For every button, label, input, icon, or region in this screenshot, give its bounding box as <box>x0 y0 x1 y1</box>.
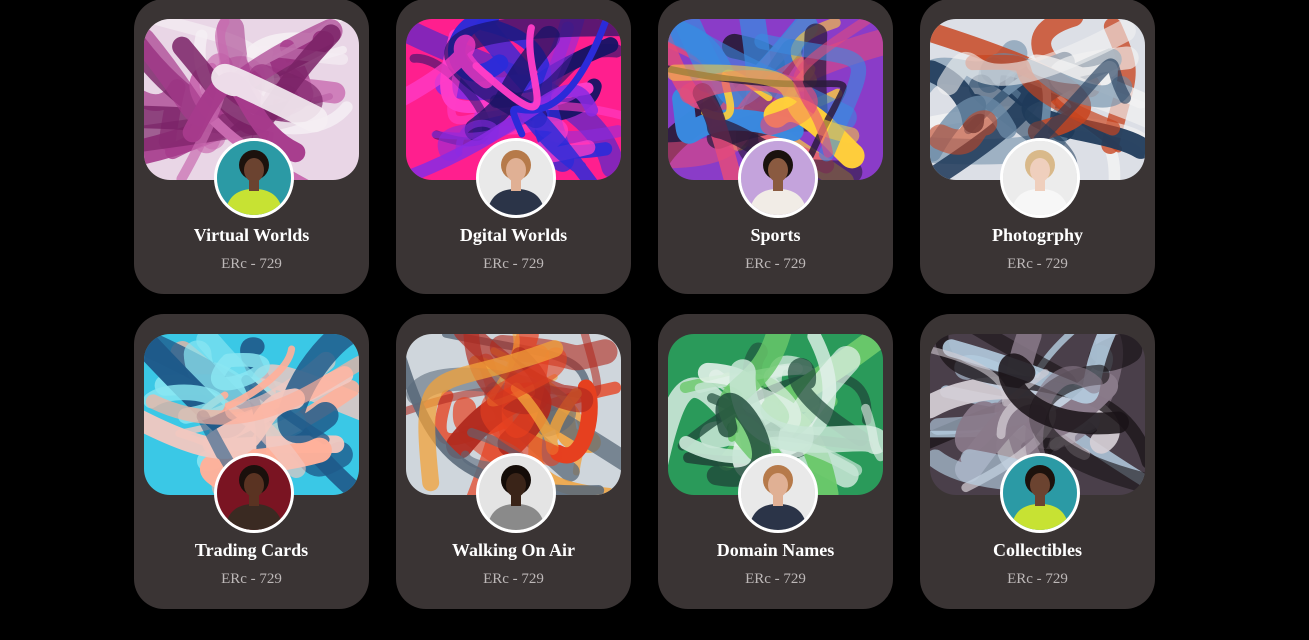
collection-name[interactable]: Virtual Worlds <box>134 225 369 246</box>
collections-grid: Virtual Worlds ERc - 729 Dgital Worlds E… <box>134 0 1155 609</box>
collection-card[interactable]: Dgital Worlds ERc - 729 <box>396 0 631 294</box>
collection-card[interactable]: Photogrphy ERc - 729 <box>920 0 1155 294</box>
creator-avatar[interactable] <box>738 453 818 533</box>
collection-standard: ERc - 729 <box>221 256 282 272</box>
creator-avatar[interactable] <box>1000 453 1080 533</box>
collection-card[interactable]: Sports ERc - 729 <box>658 0 893 294</box>
collection-standard: ERc - 729 <box>483 571 544 587</box>
collection-standard: ERc - 729 <box>745 256 806 272</box>
collection-name[interactable]: Trading Cards <box>134 540 369 561</box>
collection-name[interactable]: Collectibles <box>920 540 1155 561</box>
collection-standard: ERc - 729 <box>745 571 806 587</box>
creator-avatar[interactable] <box>476 453 556 533</box>
collection-name[interactable]: Domain Names <box>658 540 893 561</box>
creator-avatar[interactable] <box>1000 138 1080 218</box>
collection-card[interactable]: Domain Names ERc - 729 <box>658 314 893 609</box>
collection-name[interactable]: Sports <box>658 225 893 246</box>
creator-avatar[interactable] <box>214 138 294 218</box>
creator-avatar[interactable] <box>214 453 294 533</box>
collection-card[interactable]: Trading Cards ERc - 729 <box>134 314 369 609</box>
collection-standard: ERc - 729 <box>221 571 282 587</box>
collection-standard: ERc - 729 <box>483 256 544 272</box>
creator-avatar[interactable] <box>476 138 556 218</box>
creator-avatar[interactable] <box>738 138 818 218</box>
collection-name[interactable]: Dgital Worlds <box>396 225 631 246</box>
collection-name[interactable]: Photogrphy <box>920 225 1155 246</box>
collection-card[interactable]: Walking On Air ERc - 729 <box>396 314 631 609</box>
collection-standard: ERc - 729 <box>1007 256 1068 272</box>
collection-card[interactable]: Virtual Worlds ERc - 729 <box>134 0 369 294</box>
collection-card[interactable]: Collectibles ERc - 729 <box>920 314 1155 609</box>
collection-name[interactable]: Walking On Air <box>396 540 631 561</box>
collection-standard: ERc - 729 <box>1007 571 1068 587</box>
